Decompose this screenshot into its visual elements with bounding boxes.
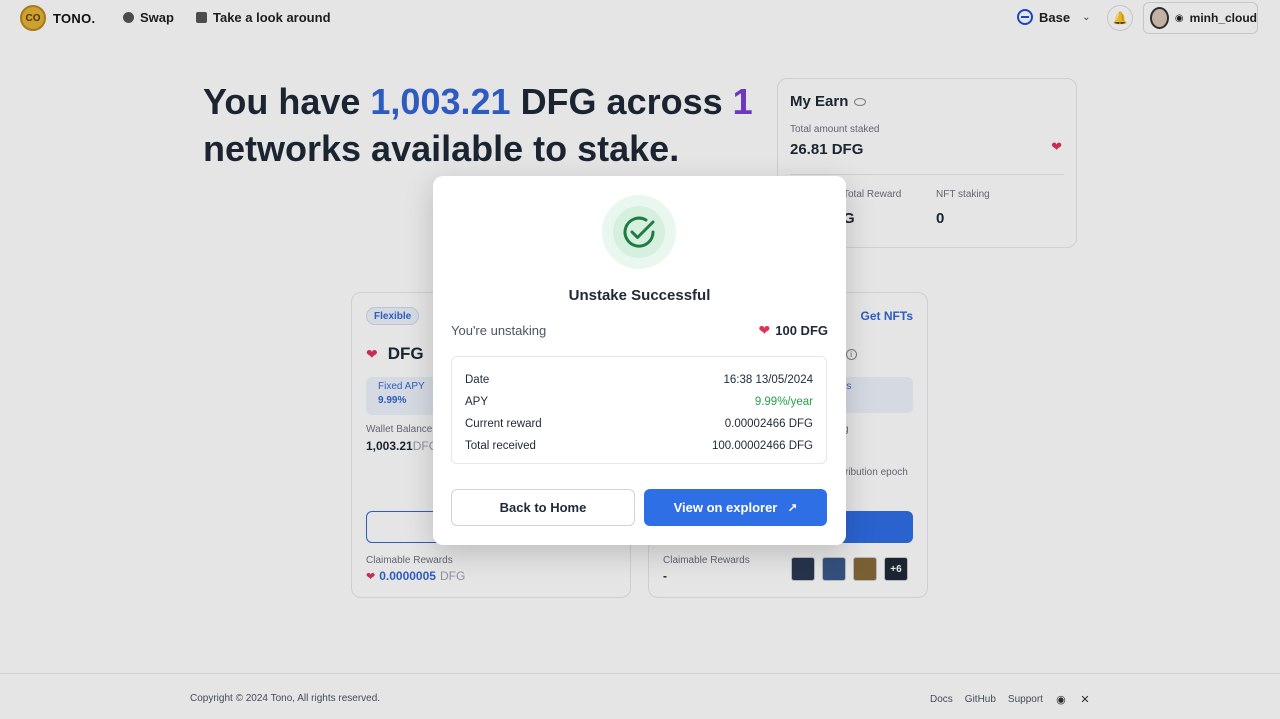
view-on-explorer-label: View on explorer (673, 500, 778, 515)
detail-value: 9.99%/year (754, 396, 813, 408)
modal-title: Unstake Successful (568, 287, 711, 304)
detail-row-date: Date 16:38 13/05/2024 (465, 369, 813, 391)
back-to-home-button[interactable]: Back to Home (451, 489, 635, 526)
detail-label: Date (465, 374, 490, 386)
detail-label: Total received (465, 440, 536, 452)
detail-label: Current reward (465, 418, 542, 430)
detail-label: APY (465, 396, 489, 408)
detail-value: 16:38 13/05/2024 (723, 374, 813, 386)
view-on-explorer-button[interactable]: View on explorer ↗ (644, 489, 827, 526)
success-check-icon (602, 195, 676, 269)
unstaking-label: You're unstaking (451, 323, 547, 338)
detail-value: 0.00002466 DFG (724, 418, 813, 430)
unstake-success-modal: Unstake Successful You're unstaking ❤ 10… (433, 176, 846, 545)
unstaking-value: ❤ 100 DFG (759, 322, 828, 339)
transaction-details: Date 16:38 13/05/2024 APY 9.99%/year Cur… (451, 356, 827, 464)
detail-value: 100.00002466 DFG (711, 440, 813, 452)
unstaking-amount: 100 DFG (775, 323, 828, 338)
dfg-gem-icon: ❤ (758, 322, 771, 338)
external-arrow-icon: ↗ (787, 500, 798, 515)
detail-row-current-reward: Current reward 0.00002466 DFG (465, 413, 813, 435)
detail-row-total-received: Total received 100.00002466 DFG (465, 435, 813, 457)
detail-row-apy: APY 9.99%/year (465, 391, 813, 413)
check-circle-icon (623, 216, 655, 248)
